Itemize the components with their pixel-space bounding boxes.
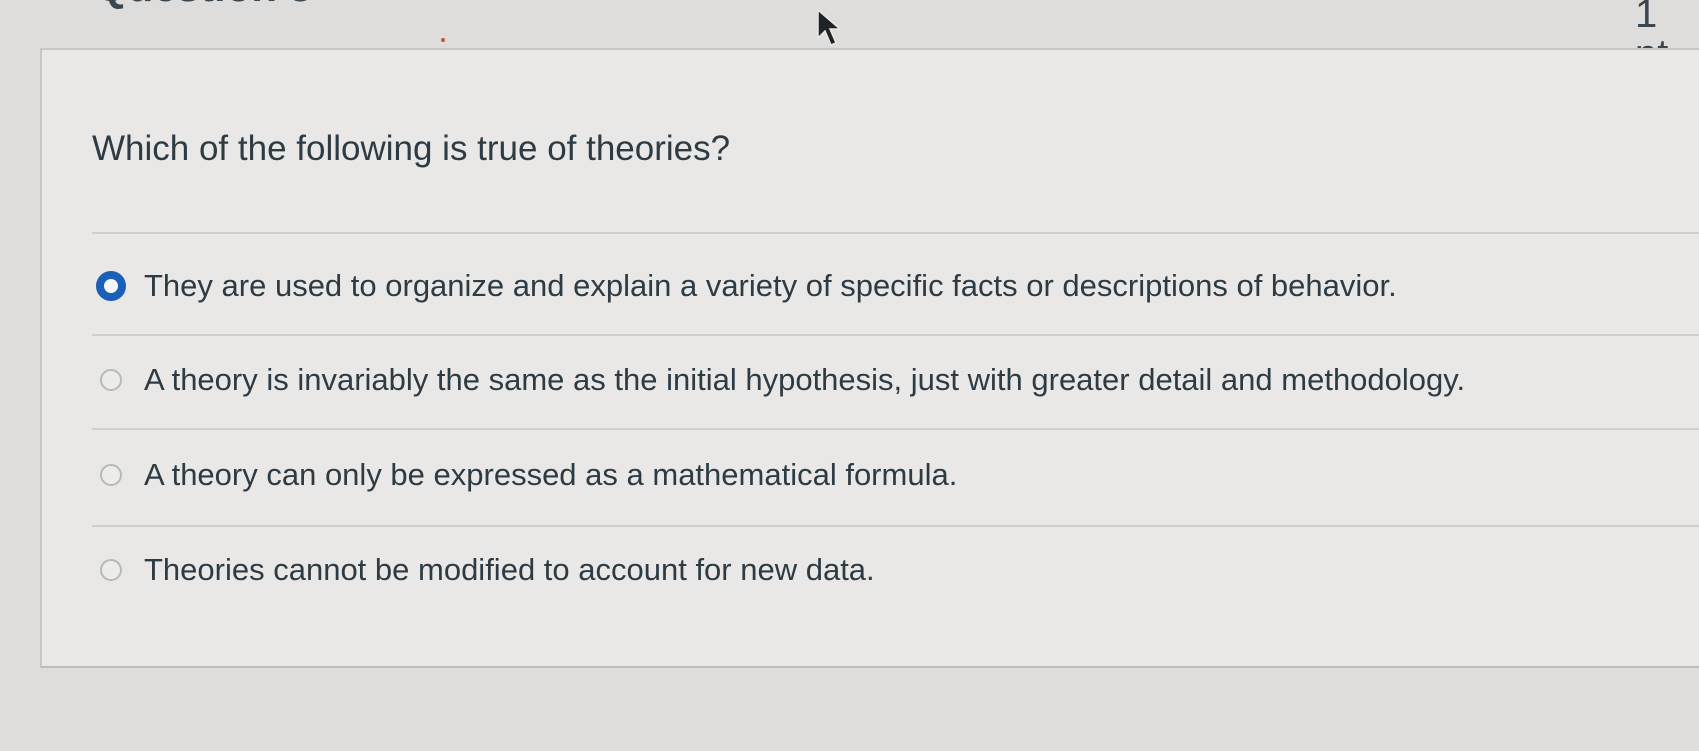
answer-label: They are used to organize and explain a … [144, 268, 1397, 303]
question-title: Question 3 [95, 0, 312, 8]
mouse-pointer-icon [817, 8, 843, 46]
question-text: Which of the following is true of theori… [92, 129, 731, 168]
answer-option-1[interactable]: They are used to organize and explain a … [96, 256, 1397, 316]
screen-speck [441, 38, 445, 42]
answer-label: A theory is invariably the same as the i… [144, 362, 1466, 397]
answer-label: A theory can only be expressed as a math… [144, 457, 958, 492]
answer-divider [92, 232, 1699, 234]
answer-divider [92, 428, 1699, 430]
answer-label: Theories cannot be modified to account f… [144, 552, 875, 587]
radio-unselected-icon[interactable] [100, 464, 122, 486]
radio-unselected-icon[interactable] [100, 559, 122, 581]
answer-divider [92, 525, 1699, 527]
radio-unselected-icon[interactable] [100, 369, 122, 391]
answer-divider [92, 334, 1699, 336]
answer-option-4[interactable]: Theories cannot be modified to account f… [100, 540, 875, 600]
radio-selected-icon[interactable] [96, 271, 126, 301]
answer-option-2[interactable]: A theory is invariably the same as the i… [100, 350, 1465, 410]
answer-option-3[interactable]: A theory can only be expressed as a math… [100, 445, 957, 505]
